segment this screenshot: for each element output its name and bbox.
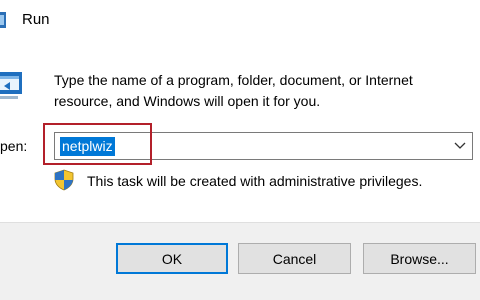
browse-button[interactable]: Browse... [363,243,476,274]
uac-shield-icon [54,169,74,191]
annotation-highlight-box [43,123,152,165]
window-title: Run [22,11,50,28]
open-label: pen: [0,138,28,154]
admin-privileges-note: This task will be created with administr… [87,173,423,189]
title-bar[interactable]: Run [0,0,480,40]
chevron-down-icon[interactable] [454,142,466,150]
run-program-icon [0,72,22,99]
run-dialog-icon [0,12,6,28]
cancel-button[interactable]: Cancel [238,243,351,274]
ok-button[interactable]: OK [116,243,228,274]
run-description: Type the name of a program, folder, docu… [54,72,413,109]
